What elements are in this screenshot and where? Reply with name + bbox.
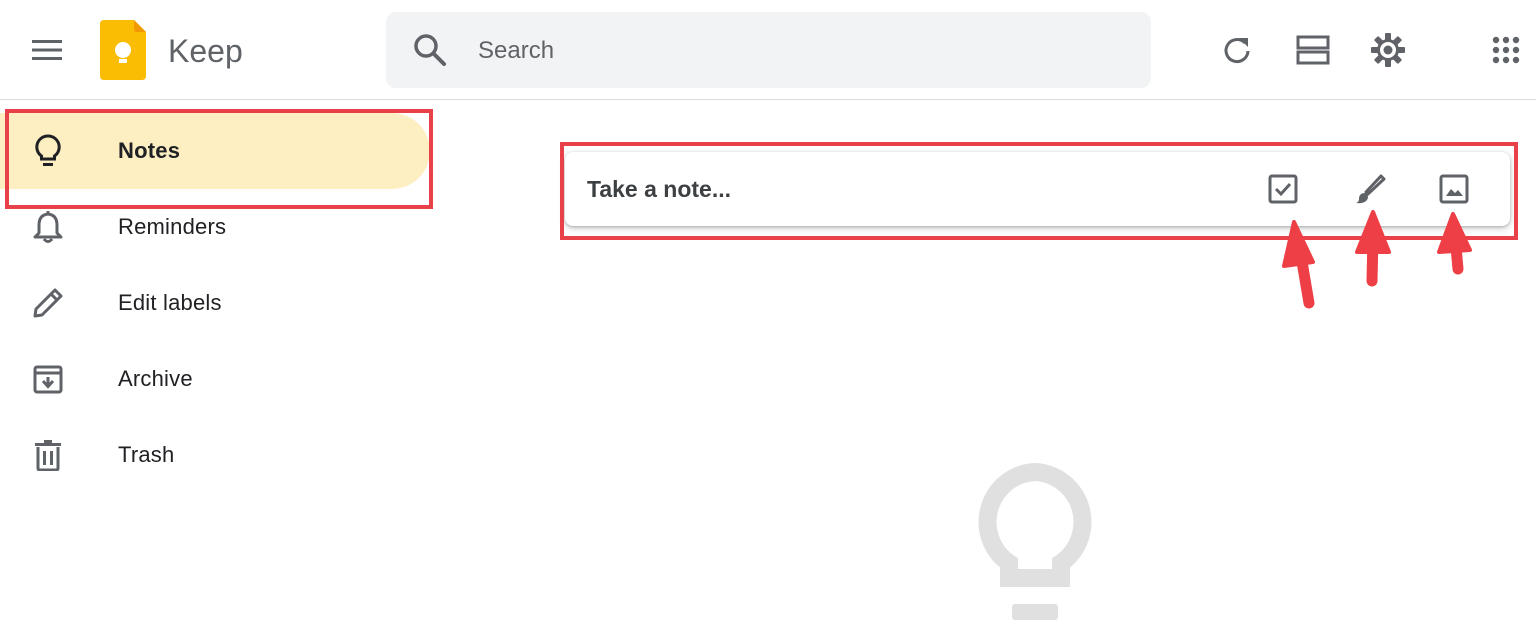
brush-icon xyxy=(1356,174,1386,204)
archive-icon xyxy=(33,365,63,394)
refresh-icon xyxy=(1224,38,1250,64)
gear-icon xyxy=(1371,33,1405,67)
new-list-button[interactable] xyxy=(1259,165,1307,213)
sidebar-item-label: Notes xyxy=(118,138,181,163)
bell-icon xyxy=(33,211,63,243)
new-image-note-button[interactable] xyxy=(1430,165,1478,213)
trash-icon xyxy=(35,440,61,471)
top-bar: Keep xyxy=(0,0,1536,100)
sidebar-item-trash[interactable]: Trash xyxy=(0,417,430,493)
hamburger-menu-icon xyxy=(32,40,62,60)
checkbox-icon xyxy=(1268,174,1298,204)
search-input[interactable] xyxy=(476,26,1140,76)
archive-icon-wrap xyxy=(24,355,72,403)
main-menu-button[interactable] xyxy=(23,26,71,74)
pencil-icon xyxy=(33,288,63,318)
search-icon[interactable] xyxy=(410,30,450,70)
trash-icon-wrap xyxy=(24,431,72,479)
list-view-button[interactable] xyxy=(1289,26,1337,74)
sidebar-item-notes[interactable]: Notes xyxy=(0,113,430,189)
take-note-input[interactable]: Take a note... xyxy=(587,152,731,226)
sidebar-item-edit-labels[interactable]: Edit labels xyxy=(0,265,430,341)
pencil-icon-wrap xyxy=(24,279,72,327)
bell-icon-wrap xyxy=(24,203,72,251)
sidebar-item-label: Edit labels xyxy=(118,290,222,315)
keep-logo-icon[interactable] xyxy=(100,20,146,80)
image-icon xyxy=(1439,174,1469,204)
apps-grid-icon xyxy=(1492,36,1520,64)
empty-notes-lightbulb-icon xyxy=(978,462,1092,620)
refresh-button[interactable] xyxy=(1213,26,1261,74)
sidebar-item-reminders[interactable]: Reminders xyxy=(0,189,430,265)
arrow-to-checkbox xyxy=(1282,220,1315,309)
google-apps-button[interactable] xyxy=(1482,26,1530,74)
new-drawing-button[interactable] xyxy=(1346,165,1394,213)
keep-app: Keep Search Notes Reminders Edit labels … xyxy=(0,0,1536,637)
app-title[interactable]: Keep xyxy=(168,31,243,71)
lightbulb-icon-wrap xyxy=(24,127,72,175)
sidebar-item-label: Archive xyxy=(118,366,193,391)
sidebar-item-archive[interactable]: Archive xyxy=(0,341,430,417)
lightbulb-icon xyxy=(35,134,61,166)
list-view-icon xyxy=(1296,35,1330,65)
take-note-bar[interactable]: Take a note... xyxy=(565,152,1510,226)
sidebar-item-label: Trash xyxy=(118,442,175,467)
sidebar-item-label: Reminders xyxy=(118,214,227,239)
settings-button[interactable] xyxy=(1364,26,1412,74)
